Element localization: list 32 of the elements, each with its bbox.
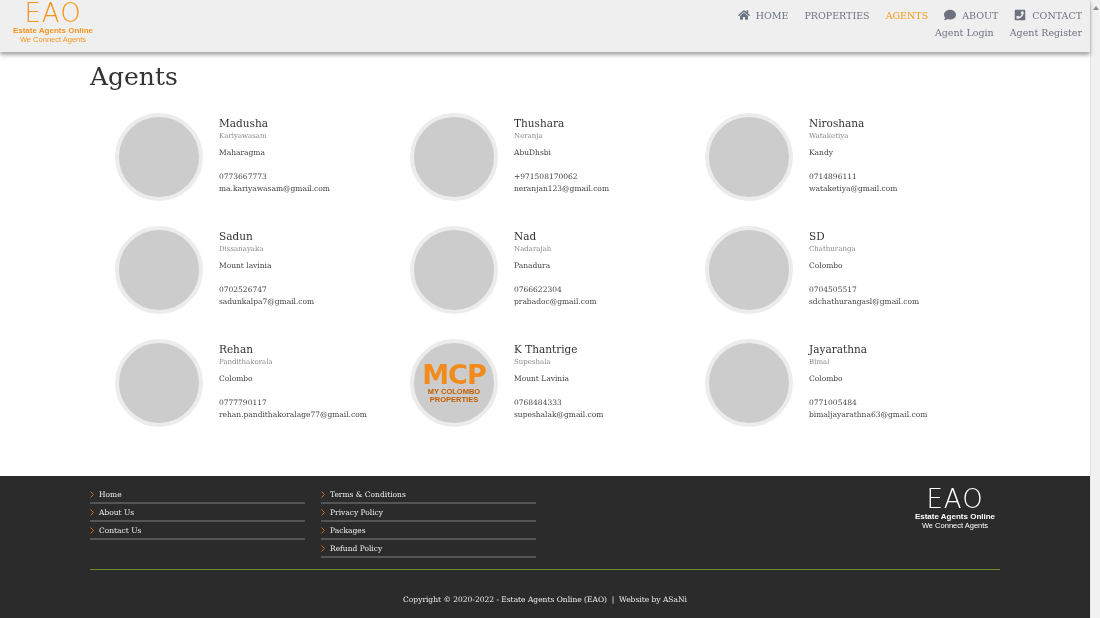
nav-link[interactable]: ABOUT (944, 9, 999, 21)
chevron-icon (90, 526, 94, 534)
home-icon (737, 9, 750, 21)
agent-name: Thushara (514, 117, 566, 129)
avatar-logo-text: MCP (422, 362, 486, 388)
agent-name: Nad (514, 230, 538, 242)
logo-name: Estate Agents Online (914, 512, 996, 521)
speech-bubble-icon (944, 9, 957, 21)
page-title: Agents (90, 62, 179, 91)
agent-name: K Thantrige (514, 343, 579, 355)
agent-name: Sadun (219, 230, 254, 242)
chevron-icon (90, 508, 94, 516)
agent-name: Madusha (219, 117, 269, 129)
logo-letters: EAO (926, 486, 984, 512)
chevron-icon (90, 490, 94, 498)
agent-name: Jayarathna (809, 343, 868, 355)
logo-letters: EAO (24, 0, 82, 26)
agent-name: Niroshana (809, 117, 866, 129)
nav-link[interactable]: PROPERTIES (804, 9, 870, 21)
chevron-icon (321, 490, 325, 498)
account-link[interactable]: Agent Login (934, 27, 994, 38)
phone-icon (1014, 9, 1027, 21)
scrollbar[interactable] (1090, 0, 1100, 618)
chevron-icon (321, 526, 325, 534)
logo-name: Estate Agents Online (12, 26, 94, 35)
agent-name: Rehan (219, 343, 254, 355)
chevron-icon (321, 544, 325, 552)
nav-link[interactable]: CONTACT (1014, 9, 1082, 21)
chevron-icon (321, 508, 325, 516)
nav-link[interactable]: HOME (737, 9, 789, 21)
agent-name: SD (809, 230, 826, 242)
account-link[interactable]: Agent Register (1009, 27, 1082, 38)
